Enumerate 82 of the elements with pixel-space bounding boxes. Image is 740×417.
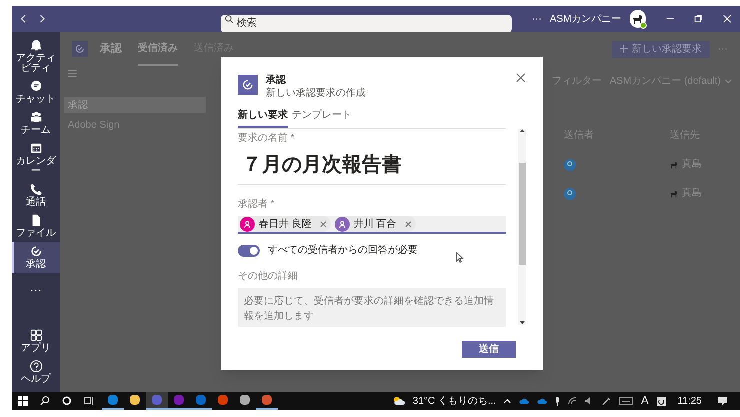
request-name-field[interactable]: ７月の月次報告書: [238, 146, 506, 185]
organization-name: ASMカンパニー: [550, 12, 622, 26]
dog-icon: [670, 160, 678, 168]
field-label: 要求の名前 *: [238, 132, 296, 146]
mouse-cursor-icon: [456, 252, 464, 263]
grid-icon: [30, 329, 42, 342]
chevron-down-icon: [725, 79, 732, 84]
restore-icon[interactable]: [694, 14, 704, 24]
cloud-icon[interactable]: [519, 398, 530, 404]
send-button[interactable]: 送信: [462, 341, 516, 358]
taskbar-app[interactable]: [256, 392, 278, 410]
cloud-sun-icon: [392, 396, 405, 406]
rail-item[interactable]: ファイル: [12, 211, 60, 242]
forward-icon[interactable]: [39, 14, 46, 24]
user-avatar[interactable]: [630, 10, 646, 28]
back-icon[interactable]: [20, 14, 28, 24]
approvers-field[interactable]: 春日井 良隆 井川 百合: [238, 216, 506, 234]
rail-item[interactable]: チーム: [12, 108, 60, 139]
dialog-subtitle: 新しい承認要求の作成: [266, 88, 366, 100]
details-field[interactable]: 必要に応じて、受信者が要求の詳細を確認できる追加情報を追加します: [238, 288, 506, 327]
toggle-switch[interactable]: [238, 244, 260, 256]
rail-item[interactable]: 通話: [12, 180, 60, 211]
taskbar-app[interactable]: [102, 392, 124, 410]
app-title: 承認: [100, 42, 122, 57]
help-icon: [30, 360, 42, 373]
chat-bubble-icon: [30, 80, 42, 93]
pen-icon[interactable]: [602, 396, 612, 406]
rail-item[interactable]: アプリ: [12, 326, 60, 357]
close-icon[interactable]: [516, 73, 526, 83]
taskbar-app[interactable]: [190, 392, 212, 410]
rail-item[interactable]: 承認: [12, 242, 60, 273]
windows-start-icon[interactable]: [18, 396, 28, 406]
weather-text[interactable]: 31°C くもりのち...: [412, 394, 496, 408]
scrollbar-thumb[interactable]: [518, 163, 526, 265]
people-icon: [30, 111, 42, 124]
field-label: その他の詳細: [238, 270, 299, 284]
more-options[interactable]: ···: [532, 12, 542, 26]
ime-icon[interactable]: [656, 396, 666, 406]
person-chip[interactable]: 春日井 良隆: [240, 216, 331, 232]
wifi-icon[interactable]: [568, 397, 578, 405]
field-label: 承認者 *: [238, 198, 276, 212]
more-apps[interactable]: ···: [12, 281, 60, 299]
taskbar-app[interactable]: [168, 392, 190, 410]
search-icon[interactable]: [40, 396, 50, 406]
input-mode-indicator[interactable]: A: [641, 392, 649, 410]
phone-icon: [30, 183, 42, 196]
tab[interactable]: 新しい要求: [238, 108, 288, 128]
cloud-icon[interactable]: [537, 398, 548, 404]
person-name: 井川 百合: [354, 218, 397, 232]
rail-item[interactable]: ヘルプ: [12, 357, 60, 388]
approval-icon: [30, 245, 42, 258]
avatar-icon: [564, 158, 576, 170]
rail-item[interactable]: カレンダー: [12, 139, 60, 180]
avatar-icon: [564, 188, 576, 200]
dialog-title: 承認: [266, 75, 288, 88]
approval-icon: [242, 79, 254, 91]
notification-icon[interactable]: [718, 396, 728, 406]
scroll-down-icon[interactable]: [520, 321, 524, 325]
taskbar-app[interactable]: [146, 392, 168, 410]
search-icon: [225, 15, 234, 24]
remove-icon[interactable]: [404, 220, 412, 228]
calendar-icon: [30, 142, 42, 155]
person-name: 春日井 良隆: [259, 218, 312, 232]
circle-icon[interactable]: [62, 396, 72, 406]
plus-icon: [620, 45, 628, 53]
person-chip[interactable]: 井川 百合: [334, 216, 416, 232]
remove-icon[interactable]: [320, 220, 327, 228]
toggle-label: すべての受信者からの回答が必要: [268, 244, 418, 258]
search-field[interactable]: 検索: [221, 14, 512, 32]
dog-icon: [670, 190, 678, 198]
task-view-icon[interactable]: [84, 396, 94, 406]
dog-icon: [632, 14, 644, 24]
clock[interactable]: 11:25: [678, 394, 702, 408]
tab[interactable]: テンプレート: [292, 108, 352, 128]
scroll-up-icon[interactable]: [520, 129, 524, 133]
chevron-up-icon[interactable]: [504, 398, 512, 404]
rail-item[interactable]: アクティビティ: [12, 36, 60, 77]
bell-icon: [30, 39, 42, 52]
approval-icon: [75, 44, 85, 54]
keyboard-icon[interactable]: [619, 397, 634, 405]
scrollbar[interactable]: [518, 129, 526, 325]
rail-item[interactable]: チャット: [12, 77, 60, 108]
